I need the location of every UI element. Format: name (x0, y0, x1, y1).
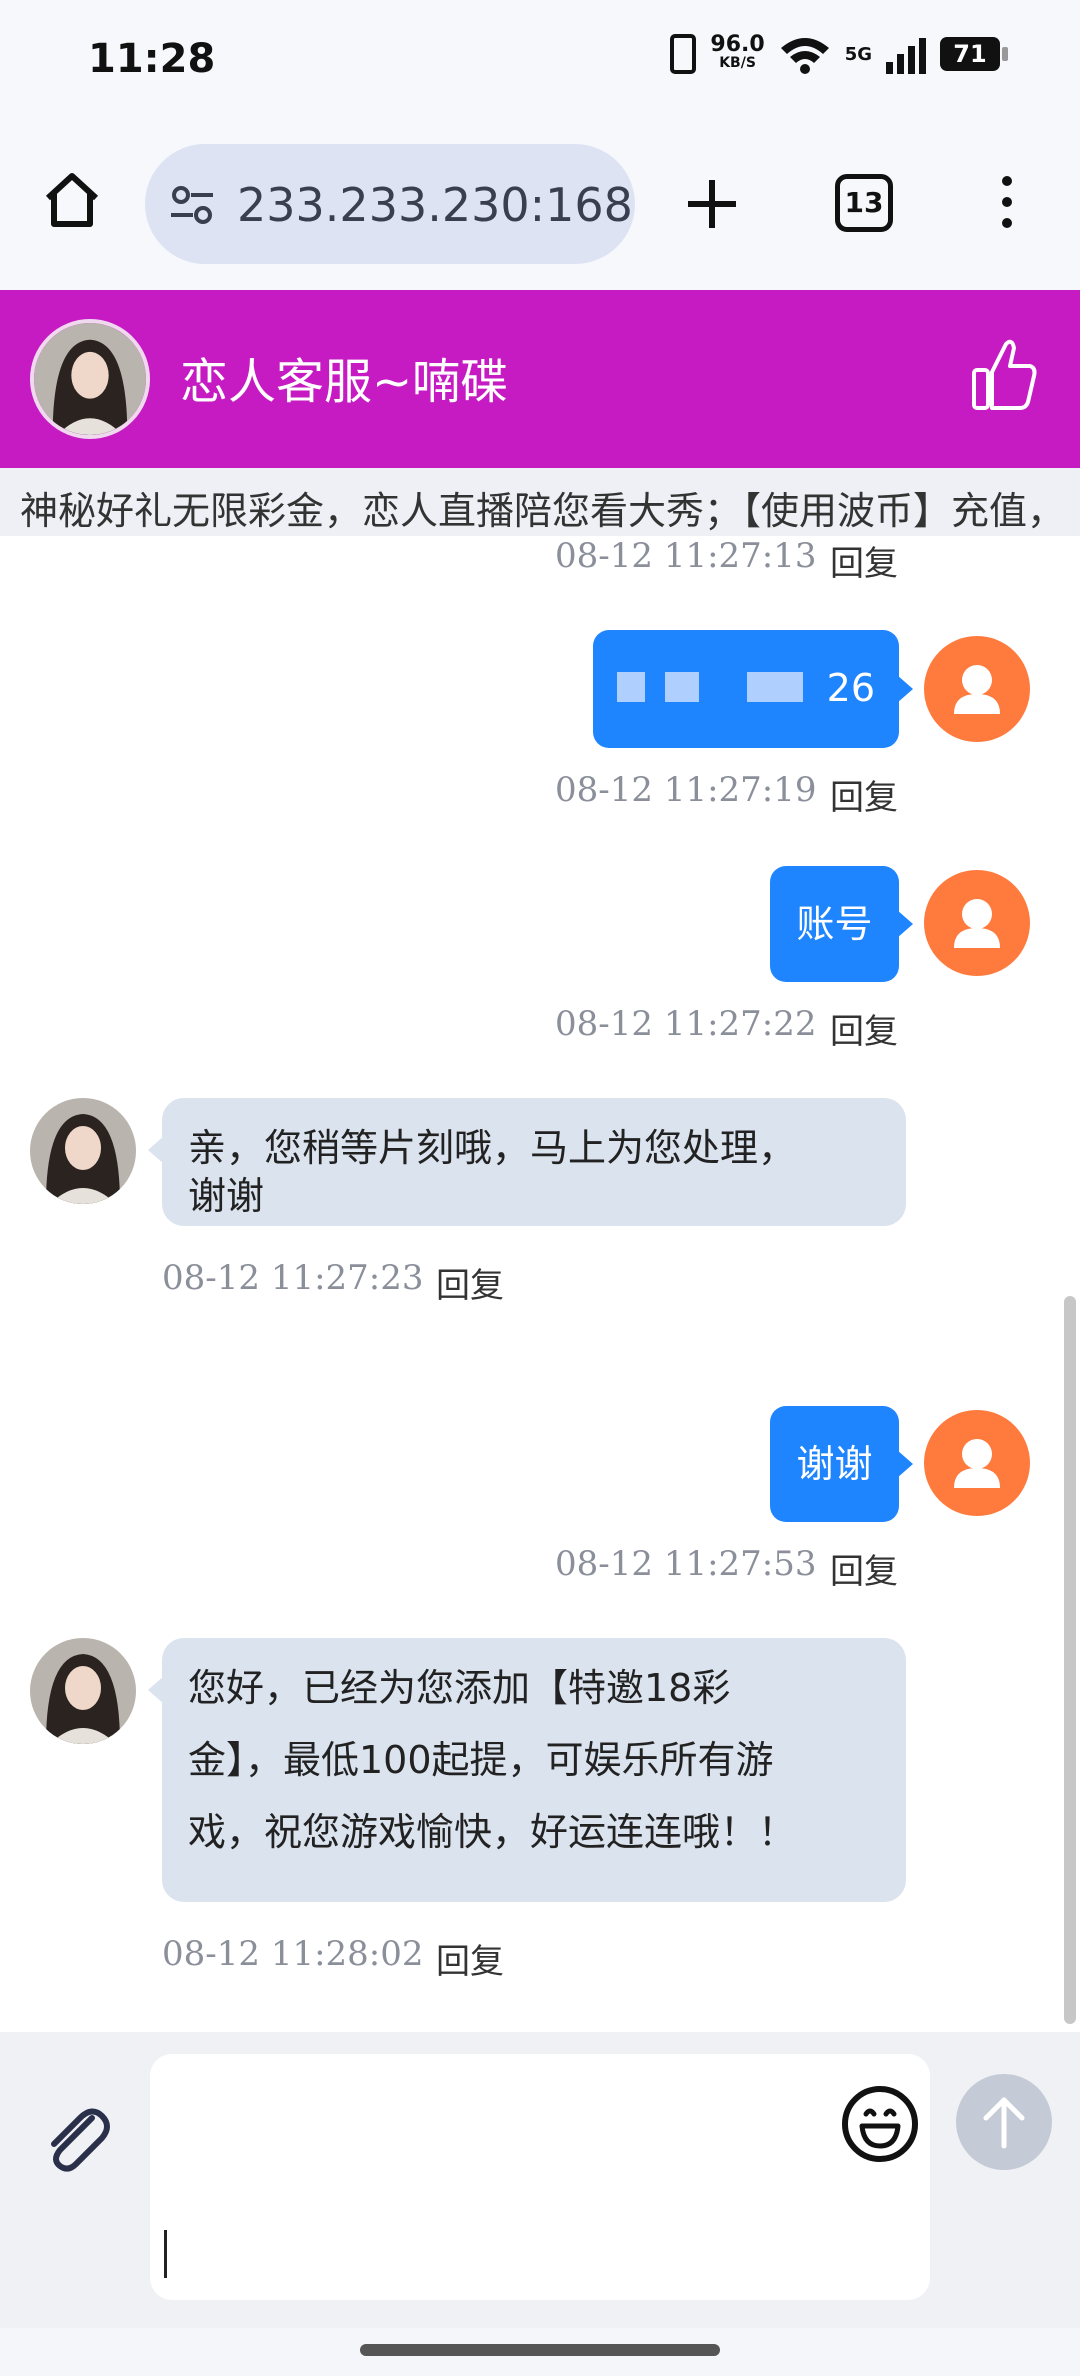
outgoing-message-bubble[interactable]: 账号 (770, 866, 913, 982)
incoming-message-bubble[interactable]: 您好，已经为您添加【特邀18彩 金】，最低100起提，可娱乐所有游 戏，祝您游戏… (148, 1638, 906, 1902)
send-button[interactable] (956, 2074, 1052, 2170)
status-bar: 11:28 96.0 KB/S 5G 71 (0, 0, 1080, 118)
url-text: 233.233.230:1681 (237, 178, 635, 232)
arrow-up-icon (983, 2097, 1025, 2149)
message-timestamp: 08-12 11:27:53 (555, 1544, 817, 1584)
announcement-text: 神秘好礼无限彩金，恋人直播陪您看大秀；【使用波币】充值， (20, 489, 1066, 533)
user-avatar (924, 636, 1030, 742)
vibrate-icon (670, 34, 697, 74)
chat-scrollbar[interactable] (1064, 1296, 1076, 2024)
thumbs-up-icon[interactable] (970, 334, 1040, 414)
attach-icon[interactable] (36, 2098, 116, 2178)
outgoing-message-bubble[interactable]: 谢谢 (770, 1406, 913, 1522)
browser-toolbar: 233.233.230:1681 13 (0, 118, 1080, 290)
message-timestamp: 08-12 11:27:19 (555, 770, 817, 810)
message-line: 您好，已经为您添加【特邀18彩 (188, 1666, 731, 1710)
net-speed: 96.0 KB/S (710, 34, 764, 72)
address-bar[interactable]: 233.233.230:1681 (145, 144, 635, 264)
agent-avatar (30, 1098, 136, 1204)
reply-button[interactable]: 回复 (436, 1258, 504, 1307)
agent-avatar[interactable] (30, 319, 150, 439)
message-input[interactable] (150, 2054, 930, 2300)
redacted-text (617, 672, 857, 706)
user-icon (954, 1439, 1000, 1488)
user-icon (954, 665, 1000, 714)
more-vert-icon[interactable] (995, 176, 1019, 236)
status-icons: 96.0 KB/S 5G 71 (670, 34, 1008, 74)
reply-button[interactable]: 回复 (830, 1544, 898, 1593)
battery-icon: 71 (940, 37, 1008, 71)
home-icon[interactable] (40, 168, 104, 232)
user-icon (954, 899, 1000, 948)
status-time: 11:28 (88, 36, 216, 82)
network-type: 5G (844, 43, 872, 65)
message-timestamp: 08-12 11:27:13 (555, 536, 817, 576)
message-timestamp: 08-12 11:27:23 (162, 1258, 424, 1298)
wifi-icon (780, 38, 829, 74)
message-line: 亲，您稍等片刻哦，马上为您处理， (188, 1126, 797, 1170)
reply-button[interactable]: 回复 (436, 1934, 504, 1983)
gesture-bar[interactable] (360, 2344, 720, 2356)
chat-messages[interactable]: 08-12 11:27:13 回复 26 08-12 11:27:19 回复 账… (0, 536, 1080, 2032)
signal-icon (886, 34, 926, 74)
user-avatar (924, 870, 1030, 976)
message-text-fragment: 26 (826, 666, 875, 710)
message-line: 金】，最低100起提，可娱乐所有游 (188, 1738, 774, 1782)
agent-avatar (30, 1638, 136, 1744)
message-timestamp: 08-12 11:27:22 (555, 1004, 817, 1044)
chat-title: 恋人客服~喃碟 (180, 354, 509, 410)
user-avatar (924, 1410, 1030, 1516)
announcement-marquee: 神秘好礼无限彩金，恋人直播陪您看大秀；【使用波币】充值， (0, 468, 1080, 536)
text-cursor (164, 2230, 167, 2278)
message-text: 账号 (796, 902, 873, 946)
message-text: 谢谢 (796, 1442, 873, 1486)
plus-icon[interactable] (682, 174, 742, 234)
chat-header: 恋人客服~喃碟 (0, 290, 1080, 468)
emoji-icon[interactable] (840, 2084, 920, 2164)
message-line: 谢谢 (188, 1174, 265, 1218)
tune-icon[interactable] (167, 180, 217, 230)
tabs-icon[interactable]: 13 (835, 174, 893, 232)
outgoing-message-bubble[interactable]: 26 (593, 630, 913, 748)
message-line: 戏，祝您游戏愉快，好运连连哦！！ (188, 1810, 797, 1854)
message-composer (0, 2032, 1080, 2328)
message-timestamp: 08-12 11:28:02 (162, 1934, 424, 1974)
incoming-message-bubble[interactable]: 亲，您稍等片刻哦，马上为您处理， 谢谢 (148, 1098, 906, 1226)
reply-button[interactable]: 回复 (830, 536, 898, 585)
reply-button[interactable]: 回复 (830, 1004, 898, 1053)
reply-button[interactable]: 回复 (830, 770, 898, 819)
